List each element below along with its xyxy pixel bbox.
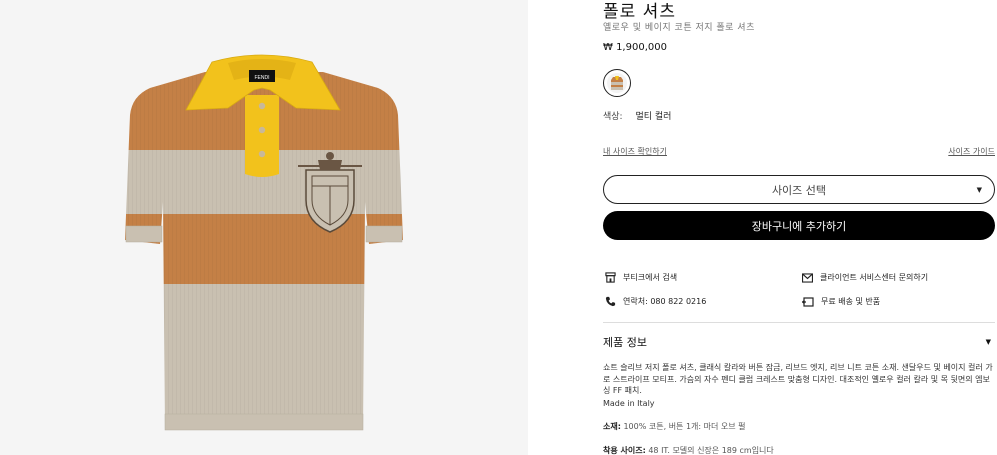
made-in-text: Made in Italy (603, 399, 655, 408)
chevron-down-icon: ▼ (985, 338, 991, 346)
polo-shirt-image[interactable]: FENDI (0, 0, 528, 455)
boutique-search-label: 부티크에서 검색 (623, 273, 678, 282)
size-guide-link[interactable]: 사이즈 가이드 (948, 146, 995, 157)
swatch-thumbnail (607, 73, 627, 93)
chevron-down-icon: ▼ (976, 186, 982, 194)
client-service-label: 클라이언트 서비스센터 문의하기 (820, 273, 929, 282)
fit-value: 48 IT. 모델의 신장은 189 cm입니다 (648, 446, 774, 455)
store-icon (605, 272, 616, 283)
product-price: ₩ 1,900,000 (603, 42, 667, 53)
return-box-icon (802, 296, 814, 307)
product-image-panel: FENDI (0, 0, 528, 455)
add-to-cart-label: 장바구니에 추가하기 (751, 219, 847, 233)
color-label: 색상: (603, 112, 623, 122)
add-to-cart-button[interactable]: 장바구니에 추가하기 (603, 211, 995, 240)
color-row: 색상: 멀티 컬러 (603, 109, 671, 122)
product-description: 쇼트 슬리브 저지 폴로 셔츠, 클래식 칼라와 버튼 잠금, 리브드 엣지, … (603, 363, 993, 395)
product-details-panel: 폴로 셔츠 옐로우 및 베이지 코튼 저지 폴로 셔츠 ₩ 1,900,000 … (603, 0, 997, 455)
fit-label: 착용 사이즈: (603, 446, 646, 455)
material-value: 100% 코튼, 버튼 1개: 마더 오브 펄 (623, 422, 746, 431)
contact-label: 연락처: 080 822 0216 (623, 297, 707, 306)
free-shipping-link[interactable]: 무료 배송 및 반품 (802, 296, 880, 307)
size-links: 내 사이즈 확인하기 사이즈 가이드 (603, 146, 995, 157)
material-row: 소재: 100% 코튼, 버튼 1개: 마더 오브 펄 (603, 421, 746, 432)
brand-label: FENDI (255, 75, 270, 81)
size-select-placeholder: 사이즈 선택 (771, 183, 827, 197)
phone-icon (605, 296, 616, 307)
section-divider (603, 322, 995, 323)
my-size-link[interactable]: 내 사이즈 확인하기 (603, 147, 667, 156)
product-info-toggle[interactable]: 제품 정보 ▼ (603, 334, 995, 350)
fit-row: 착용 사이즈: 48 IT. 모델의 신장은 189 cm입니다 (603, 445, 774, 455)
phone-contact-link[interactable]: 연락처: 080 822 0216 (605, 296, 706, 307)
client-service-link[interactable]: 클라이언트 서비스센터 문의하기 (802, 272, 928, 283)
product-title: 폴로 셔츠 (603, 2, 676, 22)
material-label: 소재: (603, 422, 621, 431)
size-select[interactable]: 사이즈 선택 ▼ (603, 175, 995, 204)
color-swatch[interactable] (603, 69, 631, 97)
product-subtitle: 옐로우 및 베이지 코튼 저지 폴로 셔츠 (603, 23, 755, 33)
product-info-heading: 제품 정보 (603, 336, 647, 349)
boutique-search-link[interactable]: 부티크에서 검색 (605, 272, 677, 283)
mail-icon (802, 272, 813, 283)
free-shipping-label: 무료 배송 및 반품 (821, 297, 881, 306)
color-value: 멀티 컬러 (635, 112, 672, 122)
